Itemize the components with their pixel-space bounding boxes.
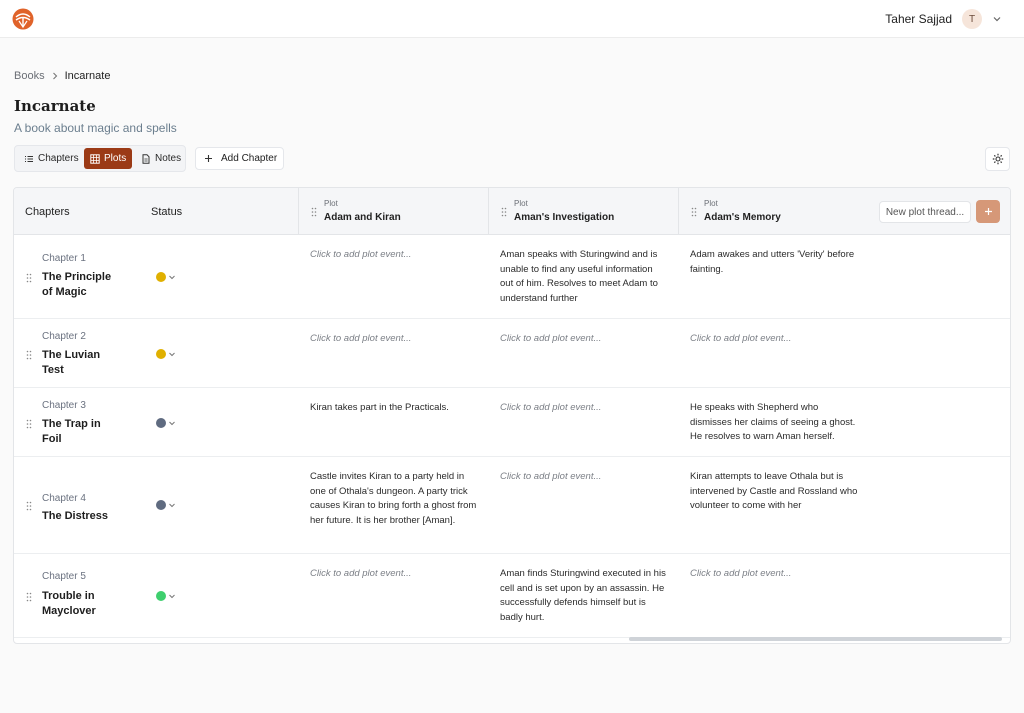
plus-icon xyxy=(205,155,212,162)
document-icon xyxy=(142,153,150,164)
plot-kicker: Plot xyxy=(514,199,528,208)
tab-plots[interactable]: Plots xyxy=(84,148,133,169)
plot-event-cell[interactable]: Click to add plot event... xyxy=(690,567,858,582)
chapter-number: Chapter 3 xyxy=(42,400,86,411)
chapter-title[interactable]: The Luvian Test xyxy=(42,348,122,378)
user-menu[interactable]: Taher Sajjad T xyxy=(885,9,1002,29)
page-title: Incarnate xyxy=(14,97,96,115)
chapter-title[interactable]: The Principle of Magic xyxy=(42,270,122,300)
tab-notes-label: Notes xyxy=(155,153,182,164)
plot-event-cell[interactable]: Click to add plot event... xyxy=(500,470,668,485)
plot-kicker: Plot xyxy=(324,199,338,208)
view-tab-group: Chapters Plots Notes xyxy=(14,145,186,172)
status-column-header: Status xyxy=(151,206,183,218)
chapters-column-header: Chapters xyxy=(25,206,70,218)
plot-event-cell[interactable]: Click to add plot event... xyxy=(310,248,478,263)
plot-event-cell[interactable]: Aman speaks with Sturingwind and is unab… xyxy=(500,248,668,306)
status-dropdown[interactable] xyxy=(156,349,176,359)
drag-handle-icon[interactable] xyxy=(311,207,317,217)
app-logo-icon[interactable] xyxy=(12,8,34,30)
plot-event-cell[interactable]: Castle invites Kiran to a party held in … xyxy=(310,470,478,528)
drag-handle-icon[interactable] xyxy=(26,501,32,511)
table-row: Chapter 1 The Principle of Magic Click to … xyxy=(14,235,1010,319)
page-subtitle: A book about magic and spells xyxy=(14,121,177,135)
plot-event-cell[interactable]: Click to add plot event... xyxy=(310,567,478,582)
plot-thread-header[interactable]: Plot Aman's Investigation xyxy=(488,188,678,235)
tab-chapters[interactable]: Chapters xyxy=(18,148,85,169)
chevron-down-icon[interactable] xyxy=(992,14,1002,24)
new-plot-thread-input[interactable]: New plot thread... xyxy=(879,201,971,223)
tab-plots-label: Plots xyxy=(104,153,127,164)
chevron-right-icon xyxy=(52,72,57,80)
drag-handle-icon[interactable] xyxy=(26,273,32,283)
plot-event-cell[interactable]: Click to add plot event... xyxy=(310,332,478,347)
chapter-title[interactable]: The Distress xyxy=(42,509,122,524)
plot-event-cell[interactable]: Kiran attempts to leave Othala but is in… xyxy=(690,470,858,514)
chevron-down-icon xyxy=(169,352,175,357)
chapter-number: Chapter 5 xyxy=(42,571,86,582)
list-icon xyxy=(25,155,33,162)
grid-icon xyxy=(90,153,100,164)
plot-event-cell[interactable]: Click to add plot event... xyxy=(690,332,858,347)
chapter-title[interactable]: The Trap in Foil xyxy=(42,417,122,447)
plot-thread-header[interactable]: Plot Adam and Kiran xyxy=(298,188,488,235)
table-row: Chapter 3 The Trap in Foil Kiran takes par… xyxy=(14,388,1010,457)
table-row: Chapter 2 The Luvian Test Click to add plo… xyxy=(14,319,1010,388)
breadcrumb-current: Incarnate xyxy=(64,70,111,82)
status-dot xyxy=(156,349,166,359)
user-name: Taher Sajjad xyxy=(885,12,952,26)
gear-icon xyxy=(992,153,1003,165)
settings-button[interactable] xyxy=(985,147,1010,171)
add-plot-thread-button[interactable] xyxy=(976,200,1000,223)
table-row: Chapter 5 Trouble in Mayclover Click to ad… xyxy=(14,554,1010,638)
plot-kicker: Plot xyxy=(704,199,718,208)
chapter-number: Chapter 2 xyxy=(42,331,86,342)
plus-icon xyxy=(984,208,992,215)
plot-event-cell[interactable]: Click to add plot event... xyxy=(500,332,668,347)
breadcrumb: Books Incarnate xyxy=(14,70,110,82)
add-chapter-label: Add Chapter xyxy=(221,153,278,164)
chevron-down-icon xyxy=(169,503,175,508)
status-dropdown[interactable] xyxy=(156,418,176,428)
plot-event-cell[interactable]: Aman finds Sturingwind executed in his c… xyxy=(500,567,668,625)
table-row: Chapter 4 The Distress Castle invites Kira… xyxy=(14,457,1010,554)
drag-handle-icon[interactable] xyxy=(501,207,507,217)
horizontal-scrollbar[interactable] xyxy=(629,637,1002,641)
plot-event-cell[interactable]: Adam awakes and utters 'Verity' before f… xyxy=(690,248,858,277)
plot-table: Chapters Status Plot Adam and Kiran Plot… xyxy=(13,187,1011,644)
chevron-down-icon xyxy=(169,594,175,599)
tab-chapters-label: Chapters xyxy=(38,153,79,164)
status-dot xyxy=(156,591,166,601)
plot-thread-name: Adam's Memory xyxy=(704,212,781,223)
status-dot xyxy=(156,272,166,282)
chapter-number: Chapter 1 xyxy=(42,253,86,264)
chapter-title[interactable]: Trouble in Mayclover xyxy=(42,589,122,619)
tab-notes[interactable]: Notes xyxy=(135,148,187,169)
chevron-down-icon xyxy=(169,421,175,426)
status-dropdown[interactable] xyxy=(156,591,176,601)
top-bar: Taher Sajjad T xyxy=(0,0,1024,38)
drag-handle-icon[interactable] xyxy=(691,207,697,217)
plot-event-cell[interactable]: Click to add plot event... xyxy=(500,401,668,416)
avatar[interactable]: T xyxy=(962,9,982,29)
status-dropdown[interactable] xyxy=(156,272,176,282)
chevron-down-icon xyxy=(169,275,175,280)
drag-handle-icon[interactable] xyxy=(26,419,32,429)
plot-thread-header[interactable]: Plot Adam's Memory xyxy=(678,188,868,235)
chapter-number: Chapter 4 xyxy=(42,493,86,504)
status-dot xyxy=(156,500,166,510)
plot-event-cell[interactable]: Kiran takes part in the Practicals. xyxy=(310,401,478,416)
plot-thread-name: Adam and Kiran xyxy=(324,212,401,223)
add-chapter-button[interactable]: Add Chapter xyxy=(195,147,284,170)
plot-event-cell[interactable]: He speaks with Shepherd who dismisses he… xyxy=(690,401,858,445)
plot-thread-name: Aman's Investigation xyxy=(514,212,615,223)
breadcrumb-books-link[interactable]: Books xyxy=(14,70,45,82)
drag-handle-icon[interactable] xyxy=(26,350,32,360)
status-dropdown[interactable] xyxy=(156,500,176,510)
drag-handle-icon[interactable] xyxy=(26,592,32,602)
table-header: Chapters Status Plot Adam and Kiran Plot… xyxy=(14,188,1010,235)
status-dot xyxy=(156,418,166,428)
